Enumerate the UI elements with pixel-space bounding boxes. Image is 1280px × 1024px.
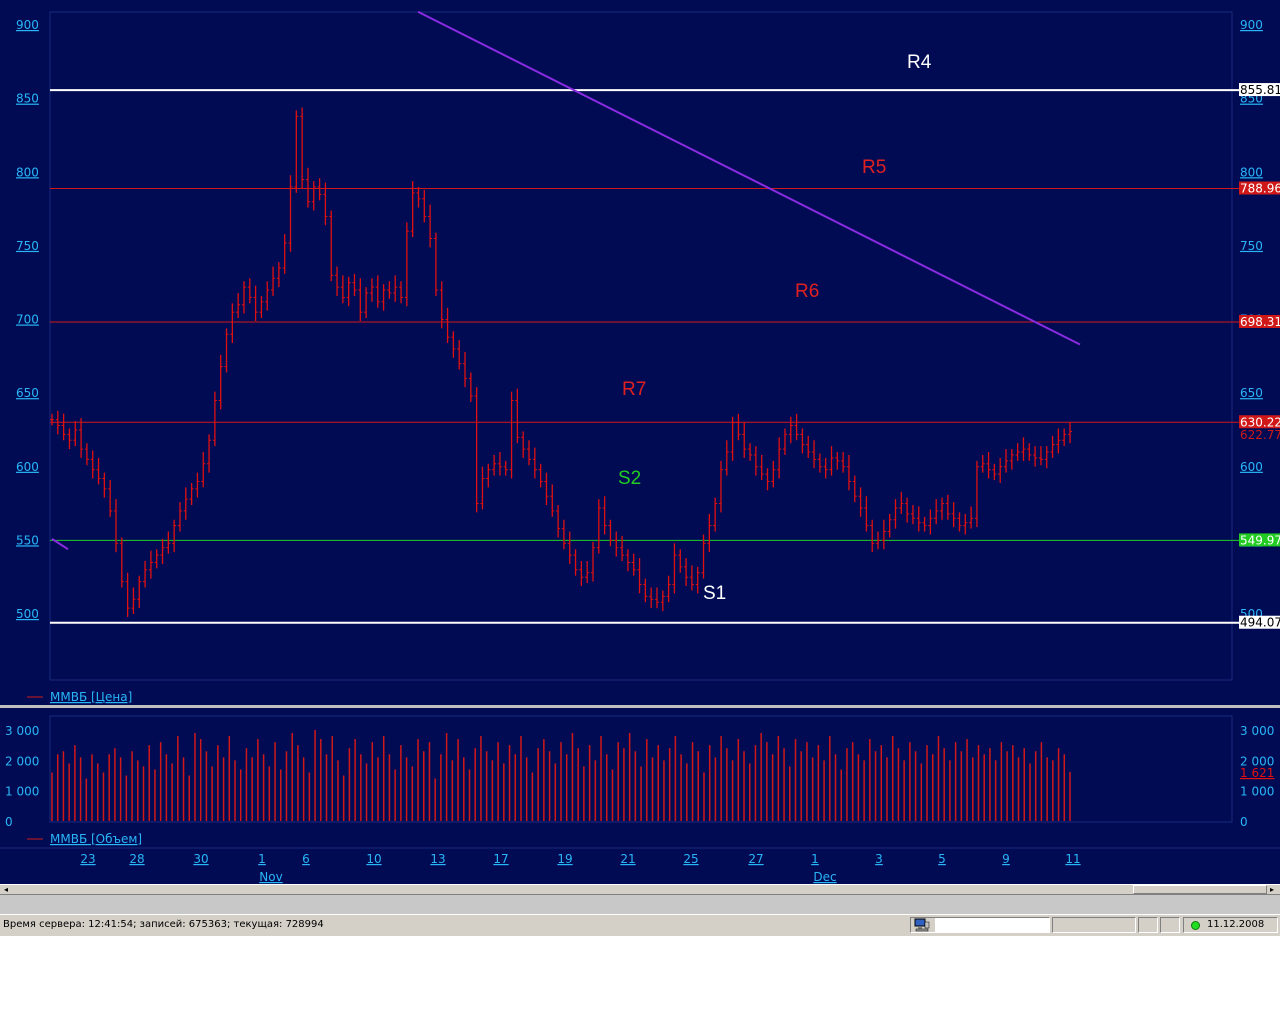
volume-ytick-left: 1 000 — [5, 785, 39, 799]
status-date: 11.12.2008 — [1207, 919, 1265, 930]
xaxis-day-label: 1 — [811, 852, 819, 866]
price-ytick-right: 800 — [1240, 165, 1263, 179]
zone-label-r5: R5 — [862, 157, 886, 178]
xaxis-day-label: 13 — [430, 852, 445, 866]
xaxis-day-label: 21 — [620, 852, 635, 866]
xaxis-month-label: Nov — [259, 870, 282, 884]
price-legend-label[interactable]: ММВБ [Цена] — [50, 690, 132, 704]
price-ytick-left: 700 — [16, 313, 39, 327]
level-value-r6: 698.31 — [1240, 315, 1280, 329]
zone-label-r4: R4 — [907, 52, 932, 73]
price-ytick-right: 900 — [1240, 18, 1263, 32]
volume-panel[interactable]: 3 0002 0001 00003 0002 0001 00001 621 — [5, 724, 1274, 829]
chart-svg[interactable]: 9009008508508008007507507007006506506006… — [0, 0, 1280, 884]
price-ytick-left: 800 — [16, 165, 39, 179]
xaxis-day-label: 3 — [875, 852, 883, 866]
price-ytick-left: 650 — [16, 386, 39, 400]
panel-separator[interactable] — [0, 705, 1280, 708]
scroll-left-arrow-icon[interactable]: ◂ — [0, 885, 12, 894]
scroll-right-arrow-icon[interactable]: ▸ — [1266, 885, 1278, 894]
volume-ytick-left: 0 — [5, 815, 13, 829]
price-ytick-left: 600 — [16, 460, 39, 474]
status-cell-3 — [1138, 917, 1158, 933]
xaxis-day-label: 9 — [1002, 852, 1010, 866]
chart-area[interactable]: 9009008508508008007507507007006506506006… — [0, 0, 1280, 884]
volume-ytick-right: 0 — [1240, 815, 1248, 829]
xaxis-day-label: 28 — [129, 852, 144, 866]
trading-terminal-window: 9009008508508008007507507007006506506006… — [0, 0, 1280, 936]
xaxis-day-label: 19 — [557, 852, 572, 866]
last-price-label: 622.77 — [1240, 428, 1280, 442]
xaxis-day-label: 23 — [80, 852, 95, 866]
volume-ytick-left: 3 000 — [5, 724, 39, 738]
level-value-r4: 855.81 — [1240, 83, 1280, 97]
price-ytick-left: 550 — [16, 533, 39, 547]
trendline[interactable] — [417, 10, 1081, 346]
price-ytick-right: 650 — [1240, 386, 1263, 400]
price-ytick-right: 750 — [1240, 239, 1263, 253]
zone-label-r6: R6 — [795, 281, 819, 302]
price-ytick-left: 750 — [16, 239, 39, 253]
price-panel[interactable]: 9009008508508008007507507007006506506006… — [16, 10, 1280, 630]
xaxis-day-label: 1 — [258, 852, 266, 866]
volume-ytick-right: 3 000 — [1240, 724, 1274, 738]
price-ytick-left: 900 — [16, 18, 39, 32]
volume-ytick-right: 1 000 — [1240, 785, 1274, 799]
zone-label-s2: S2 — [618, 468, 641, 489]
volume-legend-label[interactable]: ММВБ [Объем] — [50, 832, 142, 846]
x-axis: 23 28 30 1 6 10 13 17 19 21 25 27 1 3 5 9 11Nov Dec — [80, 852, 1080, 884]
level-value-s1: 494.07 — [1240, 616, 1280, 630]
price-ytick-left: 500 — [16, 607, 39, 621]
xaxis-day-label: 17 — [493, 852, 508, 866]
computer-icon[interactable] — [914, 918, 930, 932]
zone-label-r7: R7 — [622, 379, 646, 400]
horizontal-scrollbar[interactable]: ◂ ▸ — [0, 884, 1280, 895]
toolbar-band — [0, 895, 1280, 915]
scroll-thumb[interactable] — [1133, 885, 1267, 894]
status-white-field — [935, 918, 1049, 932]
level-value-r5: 788.96 — [1240, 182, 1280, 196]
price-ytick-right: 600 — [1240, 460, 1263, 474]
status-bar: Время сервера: 12:41:54; записей: 675363… — [0, 914, 1280, 936]
last-volume-label: 1 621 — [1240, 766, 1274, 780]
xaxis-day-label: 5 — [938, 852, 946, 866]
level-value-s2: 549.97 — [1240, 533, 1280, 547]
xaxis-day-label: 6 — [302, 852, 310, 866]
xaxis-month-label: Dec — [813, 870, 836, 884]
server-status-text: Время сервера: 12:41:54; записей: 675363… — [3, 919, 324, 930]
xaxis-day-label: 11 — [1065, 852, 1080, 866]
xaxis-day-label: 27 — [748, 852, 763, 866]
xaxis-day-label: 30 — [193, 852, 208, 866]
status-cell-4 — [1160, 917, 1180, 933]
xaxis-day-label: 10 — [366, 852, 381, 866]
status-cell-2 — [1052, 917, 1136, 933]
connection-status-icon — [1191, 921, 1200, 930]
price-panel-frame — [49, 11, 1233, 681]
xaxis-day-label: 25 — [683, 852, 698, 866]
price-ytick-left: 850 — [16, 92, 39, 106]
volume-ytick-left: 2 000 — [5, 754, 39, 768]
zone-label-s1: S1 — [703, 583, 726, 604]
